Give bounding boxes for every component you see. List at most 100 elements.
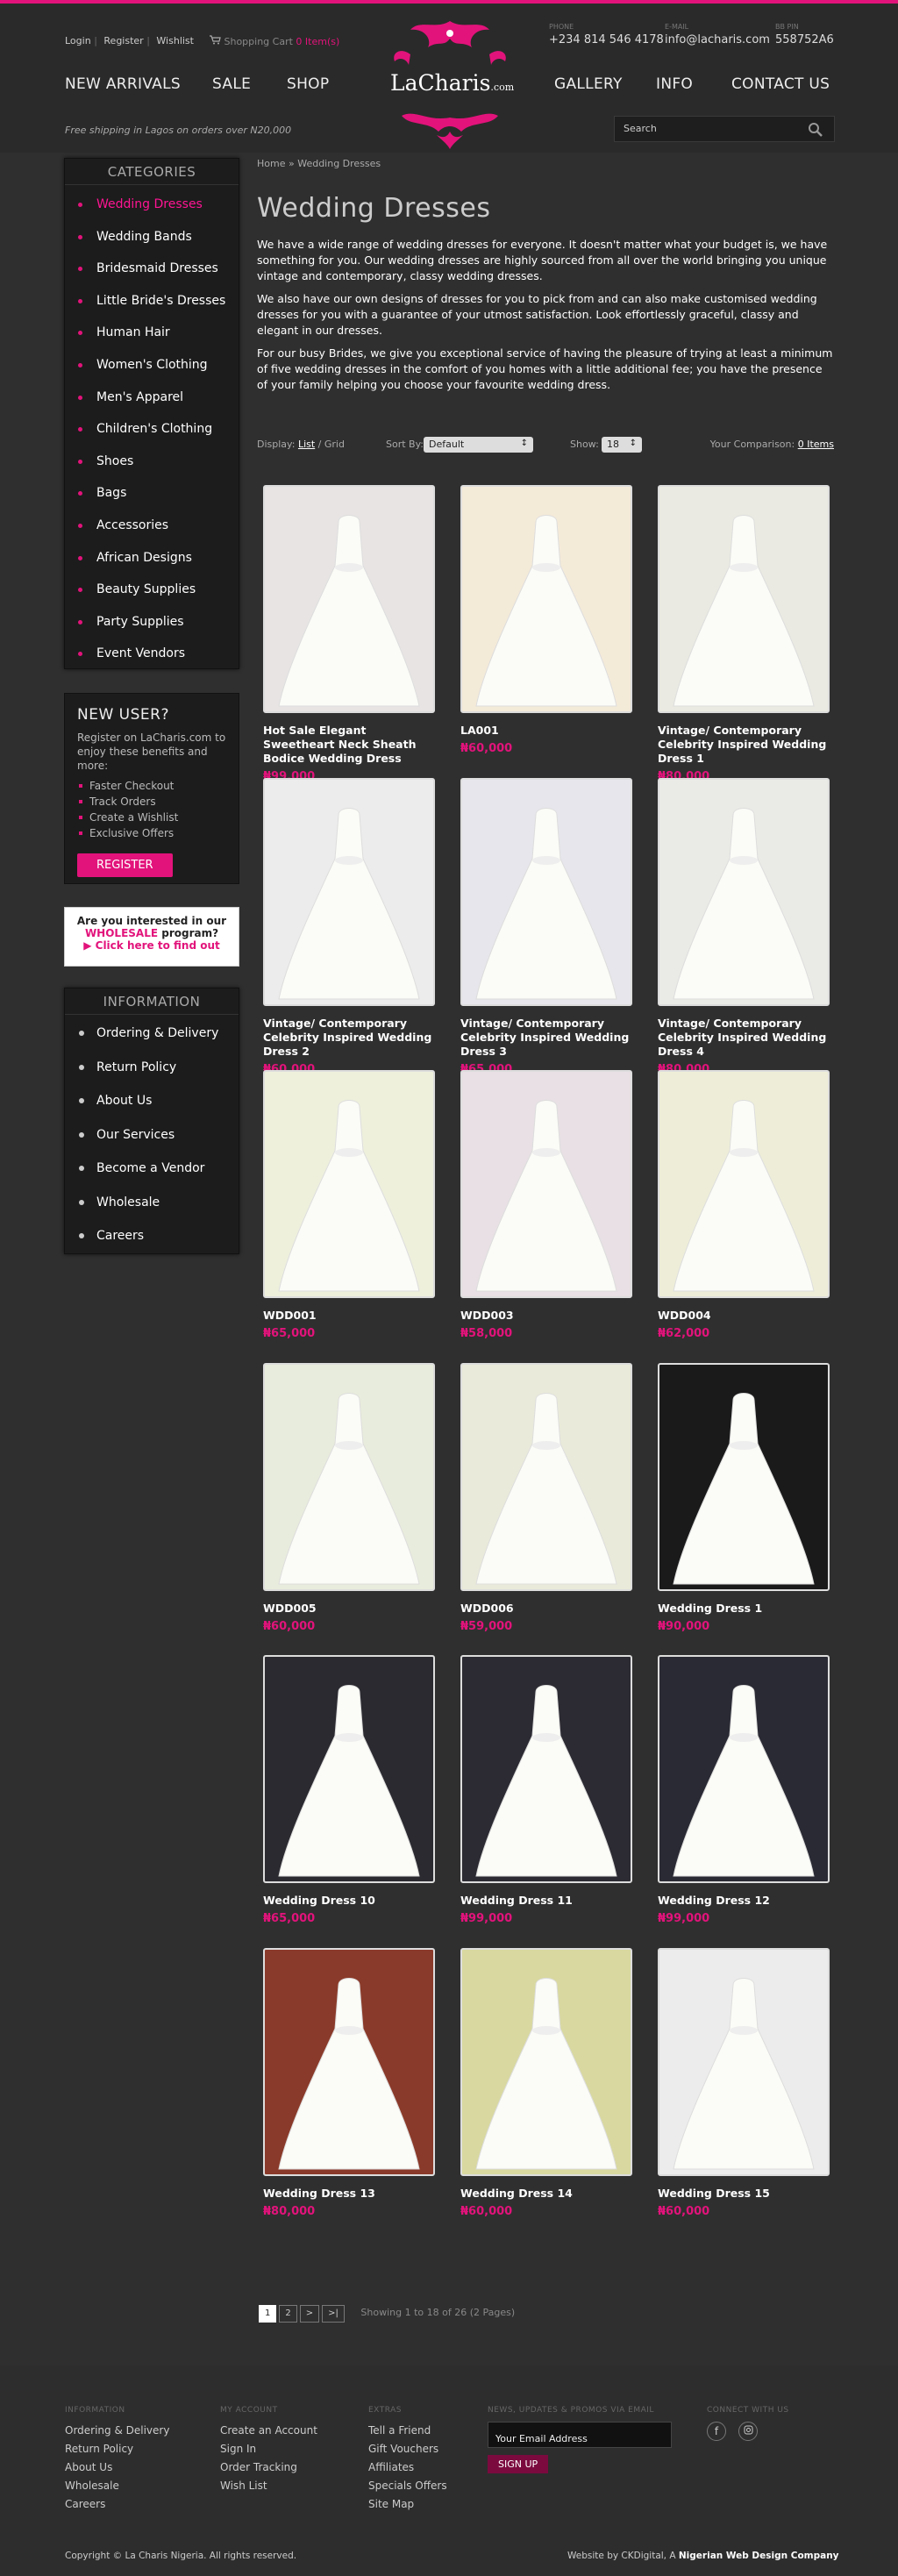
category-item[interactable]: Wedding Dresses xyxy=(65,189,239,221)
nav-shop[interactable]: SHOP xyxy=(287,75,329,93)
product-name[interactable]: Wedding Dress 11 xyxy=(460,1894,632,1908)
product-card[interactable]: WDD004 ₦62,000 xyxy=(658,1070,830,1340)
product-card[interactable]: Vintage/ Contemporary Celebrity Inspired… xyxy=(263,778,435,1076)
information-item[interactable]: Return Policy xyxy=(65,1051,239,1085)
product-name[interactable]: WDD003 xyxy=(460,1309,632,1323)
footer-link[interactable]: Specials Offers xyxy=(368,2480,447,2492)
category-item[interactable]: Men's Apparel xyxy=(65,382,239,414)
product-card[interactable]: LA001 ₦60,000 xyxy=(460,485,632,755)
category-item[interactable]: Bags xyxy=(65,477,239,510)
product-image[interactable] xyxy=(658,1655,830,1883)
footer-link[interactable]: Return Policy xyxy=(65,2443,133,2455)
product-name[interactable]: WDD005 xyxy=(263,1602,435,1616)
footer-link[interactable]: Gift Vouchers xyxy=(368,2443,438,2455)
facebook-icon[interactable]: f xyxy=(707,2422,726,2441)
category-item[interactable]: Human Hair xyxy=(65,317,239,349)
product-card[interactable]: Hot Sale Elegant Sweetheart Neck Sheath … xyxy=(263,485,435,783)
product-image[interactable] xyxy=(658,778,830,1006)
search-box[interactable]: Search xyxy=(614,116,835,142)
product-name[interactable]: WDD006 xyxy=(460,1602,632,1616)
signup-button[interactable]: SIGN UP xyxy=(488,2455,549,2473)
search-icon[interactable] xyxy=(808,122,823,138)
footer-link[interactable]: Tell a Friend xyxy=(368,2424,431,2437)
product-image[interactable] xyxy=(658,1948,830,2176)
footer-link[interactable]: Affiliates xyxy=(368,2461,414,2473)
nav-new-arrivals[interactable]: NEW ARRIVALS xyxy=(65,75,181,93)
product-card[interactable]: WDD006 ₦59,000 xyxy=(460,1363,632,1633)
last-page-button[interactable]: >| xyxy=(322,2305,345,2323)
product-card[interactable]: Wedding Dress 11 ₦99,000 xyxy=(460,1655,632,1925)
product-image[interactable] xyxy=(263,1363,435,1591)
information-item[interactable]: Become a Vendor xyxy=(65,1152,239,1186)
product-card[interactable]: WDD001 ₦65,000 xyxy=(263,1070,435,1340)
product-card[interactable]: WDD005 ₦60,000 xyxy=(263,1363,435,1633)
product-card[interactable]: Wedding Dress 14 ₦60,000 xyxy=(460,1948,632,2218)
category-item[interactable]: Women's Clothing xyxy=(65,349,239,382)
footer-link[interactable]: Site Map xyxy=(368,2498,414,2510)
register-button[interactable]: REGISTER xyxy=(77,853,173,877)
category-item[interactable]: Shoes xyxy=(65,446,239,478)
instagram-icon[interactable] xyxy=(738,2422,758,2441)
nav-contact-us[interactable]: CONTACT US xyxy=(731,75,830,93)
product-image[interactable] xyxy=(263,485,435,713)
category-item[interactable]: Event Vendors xyxy=(65,638,239,670)
product-name[interactable]: WDD004 xyxy=(658,1309,830,1323)
information-item[interactable]: Ordering & Delivery xyxy=(65,1017,239,1051)
search-input[interactable]: Search xyxy=(624,123,657,134)
footer-link[interactable]: Ordering & Delivery xyxy=(65,2424,169,2437)
product-name[interactable]: WDD001 xyxy=(263,1309,435,1323)
product-card[interactable]: Wedding Dress 12 ₦99,000 xyxy=(658,1655,830,1925)
next-page-button[interactable]: > xyxy=(299,2305,320,2323)
sort-select[interactable]: Default xyxy=(424,437,533,453)
nav-info[interactable]: INFO xyxy=(656,75,693,93)
product-name[interactable]: Wedding Dress 1 xyxy=(658,1602,830,1616)
product-image[interactable] xyxy=(460,1363,632,1591)
product-image[interactable] xyxy=(658,1363,830,1591)
register-link[interactable]: Register xyxy=(103,35,143,46)
category-item[interactable]: Beauty Supplies xyxy=(65,574,239,606)
product-name[interactable]: Vintage/ Contemporary Celebrity Inspired… xyxy=(658,1017,830,1059)
information-item[interactable]: Wholesale xyxy=(65,1186,239,1220)
email-link[interactable]: info@lacharis.com xyxy=(665,33,770,46)
newsletter-email-input[interactable]: Your Email Address xyxy=(488,2422,672,2448)
product-name[interactable]: Vintage/ Contemporary Celebrity Inspired… xyxy=(460,1017,632,1059)
product-image[interactable] xyxy=(658,485,830,713)
product-image[interactable] xyxy=(460,1655,632,1883)
product-card[interactable]: Wedding Dress 1 ₦90,000 xyxy=(658,1363,830,1633)
product-image[interactable] xyxy=(263,1948,435,2176)
product-name[interactable]: Wedding Dress 15 xyxy=(658,2187,830,2201)
product-name[interactable]: LA001 xyxy=(460,724,632,738)
category-item[interactable]: Wedding Bands xyxy=(65,221,239,253)
category-item[interactable]: Party Supplies xyxy=(65,606,239,639)
shopping-cart-link[interactable]: Shopping Cart 0 Item(s) xyxy=(209,35,339,47)
product-image[interactable] xyxy=(658,1070,830,1298)
product-name[interactable]: Hot Sale Elegant Sweetheart Neck Sheath … xyxy=(263,724,435,766)
category-item[interactable]: Little Bride's Dresses xyxy=(65,285,239,318)
product-image[interactable] xyxy=(460,485,632,713)
product-name[interactable]: Vintage/ Contemporary Celebrity Inspired… xyxy=(658,724,830,766)
display-grid-link[interactable]: Grid xyxy=(324,439,345,450)
product-card[interactable]: Wedding Dress 15 ₦60,000 xyxy=(658,1948,830,2218)
category-item[interactable]: Bridesmaid Dresses xyxy=(65,253,239,285)
comparison-link[interactable]: 0 Items xyxy=(798,439,834,450)
page-2-button[interactable]: 2 xyxy=(279,2305,297,2323)
nav-gallery[interactable]: GALLERY xyxy=(554,75,623,93)
information-item[interactable]: About Us xyxy=(65,1084,239,1118)
product-image[interactable] xyxy=(263,1070,435,1298)
product-card[interactable]: Vintage/ Contemporary Celebrity Inspired… xyxy=(460,778,632,1076)
page-1-button[interactable]: 1 xyxy=(259,2305,277,2323)
information-item[interactable]: Our Services xyxy=(65,1118,239,1152)
product-image[interactable] xyxy=(263,1655,435,1883)
show-select[interactable]: 18 xyxy=(602,437,642,453)
product-card[interactable]: Vintage/ Contemporary Celebrity Inspired… xyxy=(658,485,830,783)
display-list-link[interactable]: List xyxy=(298,439,315,450)
logo[interactable]: LaCharis.com xyxy=(390,70,514,96)
product-image[interactable] xyxy=(460,1070,632,1298)
footer-link[interactable]: About Us xyxy=(65,2461,112,2473)
footer-link[interactable]: Wholesale xyxy=(65,2480,119,2492)
product-name[interactable]: Wedding Dress 14 xyxy=(460,2187,632,2201)
product-name[interactable]: Wedding Dress 13 xyxy=(263,2187,435,2201)
information-item[interactable]: Careers xyxy=(65,1219,239,1253)
product-card[interactable]: Wedding Dress 10 ₦65,000 xyxy=(263,1655,435,1925)
category-item[interactable]: Accessories xyxy=(65,510,239,542)
